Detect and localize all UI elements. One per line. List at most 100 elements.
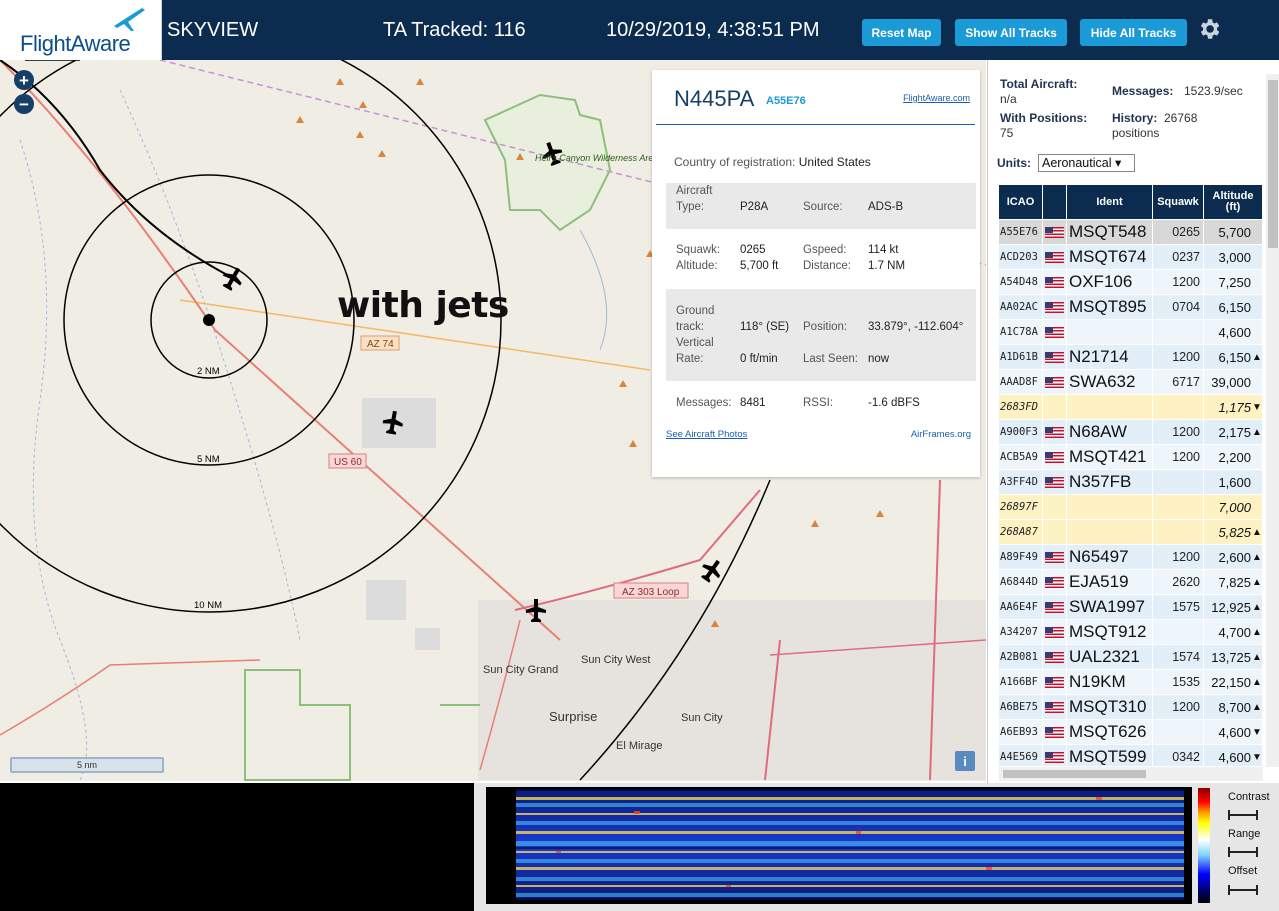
table-row[interactable]: A55E76 MSQT548 0265 5,700 — [999, 220, 1263, 245]
table-row[interactable]: AAAD8F SWA632 6717 39,000 — [999, 370, 1263, 395]
us-flag-icon — [1045, 551, 1064, 563]
cell-squawk: 1200 — [1153, 445, 1204, 469]
cell-squawk: 0342 — [1153, 745, 1204, 766]
cell-altitude: 1,600 — [1204, 470, 1263, 494]
cell-icao: A34207 — [999, 620, 1043, 644]
horizontal-scrollbar[interactable] — [999, 767, 1263, 781]
table-row[interactable]: ACB5A9 MSQT421 1200 2,200 — [999, 445, 1263, 470]
detail-block-messages: Messages: 8481 RSSI: -1.6 dBFS — [666, 395, 976, 415]
cell-flag — [1043, 470, 1067, 494]
table-row[interactable]: A6844D EJA519 2620 7,825 ▲ — [999, 570, 1263, 595]
land-parcel — [415, 628, 440, 650]
aircraft-hex: A55E76 — [766, 95, 806, 107]
cell-ident: OXF106 — [1067, 270, 1153, 294]
cell-flag — [1043, 520, 1067, 544]
table-row[interactable]: A3FF4D N357FB 1,600 — [999, 470, 1263, 495]
col-flag[interactable] — [1043, 185, 1067, 219]
cell-flag — [1043, 220, 1067, 244]
cell-ident: MSQT626 — [1067, 720, 1153, 744]
aircraft-icon-selected[interactable] — [218, 263, 247, 293]
aircraft-type-value: P28A — [740, 201, 769, 213]
ground-track-label: Ground track: — [676, 305, 715, 333]
table-row[interactable]: ACD203 MSQT674 0237 3,000 — [999, 245, 1263, 270]
flightaware-link[interactable]: FlightAware.com — [903, 93, 970, 103]
table-row[interactable]: A166BF N19KM 1535 22,150 ▲ — [999, 670, 1263, 695]
zoom-out-button[interactable]: − — [14, 94, 34, 114]
cell-altitude: 3,000 — [1204, 245, 1263, 269]
altitude-value: 4,700 — [1218, 624, 1251, 640]
show-all-tracks-button[interactable]: Show All Tracks — [955, 19, 1067, 46]
us-flag-icon — [1045, 251, 1064, 263]
altitude-value: 4,600 — [1218, 749, 1251, 765]
col-altitude[interactable]: Altitude (ft) — [1204, 185, 1263, 219]
offset-slider[interactable] — [1228, 885, 1258, 895]
climbing-arrow-icon: ▲ — [1252, 601, 1262, 613]
airframes-link[interactable]: AirFrames.org — [911, 429, 971, 440]
col-ident[interactable]: Ident — [1067, 185, 1153, 219]
col-icao[interactable]: ICAO — [999, 185, 1043, 219]
hide-all-tracks-button[interactable]: Hide All Tracks — [1080, 19, 1187, 46]
messages-rate-value: 1523.9/sec — [1184, 84, 1243, 98]
cell-icao: A3FF4D — [999, 470, 1043, 494]
place-label-sun-city: Sun City — [681, 712, 723, 724]
scroll-thumb[interactable] — [1003, 770, 1146, 778]
aircraft-photos-link[interactable]: See Aircraft Photos — [666, 429, 747, 440]
table-row[interactable]: 2683FD 1,175 ▼ — [999, 395, 1263, 420]
reset-map-button[interactable]: Reset Map — [862, 19, 941, 46]
table-row[interactable]: A2B081 UAL2321 1574 13,725 ▲ — [999, 645, 1263, 670]
waterfall-colorbar — [1198, 788, 1210, 903]
road-label-us60: US 60 — [334, 457, 362, 468]
table-row[interactable]: 268A87 5,825 ▲ — [999, 520, 1263, 545]
col-squawk[interactable]: Squawk — [1153, 185, 1204, 219]
cell-ident: SWA1997 — [1067, 595, 1153, 619]
table-row[interactable]: A1D61B N21714 1200 6,150 ▲ — [999, 345, 1263, 370]
climbing-arrow-icon: ▲ — [1252, 526, 1262, 538]
last-seen-value: now — [868, 353, 890, 365]
distance-value: 1.7 NM — [868, 260, 906, 272]
table-row[interactable]: A54D48 OXF106 1200 7,250 — [999, 270, 1263, 295]
flightaware-logo[interactable]: FlightAware — [0, 0, 162, 60]
cell-ident: N68AW — [1067, 420, 1153, 444]
cell-flag — [1043, 745, 1067, 766]
table-row[interactable]: 26897F 7,000 — [999, 495, 1263, 520]
cell-icao: A6844D — [999, 570, 1043, 594]
table-row[interactable]: AA6E4F SWA1997 1575 12,925 ▲ — [999, 595, 1263, 620]
vertical-rate-label: Vertical Rate: — [676, 337, 714, 365]
gear-icon[interactable] — [1196, 16, 1222, 42]
cell-ident: MSQT895 — [1067, 295, 1153, 319]
range-slider[interactable] — [1228, 847, 1258, 857]
zoom-in-button[interactable]: + — [14, 70, 34, 90]
cell-flag — [1043, 545, 1067, 569]
contrast-slider[interactable] — [1228, 810, 1258, 820]
cell-icao: 26897F — [999, 495, 1043, 519]
history-value: 26768 — [1164, 111, 1198, 125]
range-label: Range — [1228, 828, 1261, 840]
table-row[interactable]: A6BE75 MSQT310 1200 8,700 ▲ — [999, 695, 1263, 720]
wash-line — [119, 89, 301, 641]
table-row[interactable]: A34207 MSQT912 4,700 ▲ — [999, 620, 1263, 645]
table-row[interactable]: A900F3 N68AW 1200 2,175 ▲ — [999, 420, 1263, 445]
scroll-thumb[interactable] — [1268, 80, 1278, 248]
table-row[interactable]: A1C78A 4,600 — [999, 320, 1263, 345]
us-flag-icon — [1045, 451, 1064, 463]
aircraft-list-panel: Total Aircraft: n/a Messages: 1523.9/sec… — [987, 60, 1279, 783]
total-aircraft-value: n/a — [1000, 92, 1017, 106]
table-row[interactable]: A89F49 N65497 1200 2,600 ▲ — [999, 545, 1263, 570]
altitude-value: 7,000 — [1218, 499, 1251, 515]
logo-text: FlightAware — [20, 31, 131, 56]
altitude-value: 7,250 — [1218, 274, 1251, 290]
table-row[interactable]: A4E569 MSQT599 0342 4,600 ▼ — [999, 745, 1263, 766]
table-row[interactable]: AA02AC MSQT895 0704 6,150 — [999, 295, 1263, 320]
cell-icao: AA6E4F — [999, 595, 1043, 619]
units-label: Units: — [997, 156, 1031, 170]
table-row[interactable]: A6EB93 MSQT626 4,600 ▼ — [999, 720, 1263, 745]
cell-flag — [1043, 595, 1067, 619]
gspeed-label: Gspeed: — [803, 244, 847, 256]
units-select[interactable]: Aeronautical ▾ — [1038, 154, 1135, 172]
altitude-value: 8,700 — [1218, 699, 1251, 715]
aircraft-detail-panel: N445PA A55E76 FlightAware.com Country of… — [652, 70, 980, 477]
cell-ident: N357FB — [1067, 470, 1153, 494]
map-info-button[interactable]: i — [955, 751, 975, 771]
vertical-scrollbar[interactable] — [1266, 74, 1279, 767]
cell-flag — [1043, 395, 1067, 419]
